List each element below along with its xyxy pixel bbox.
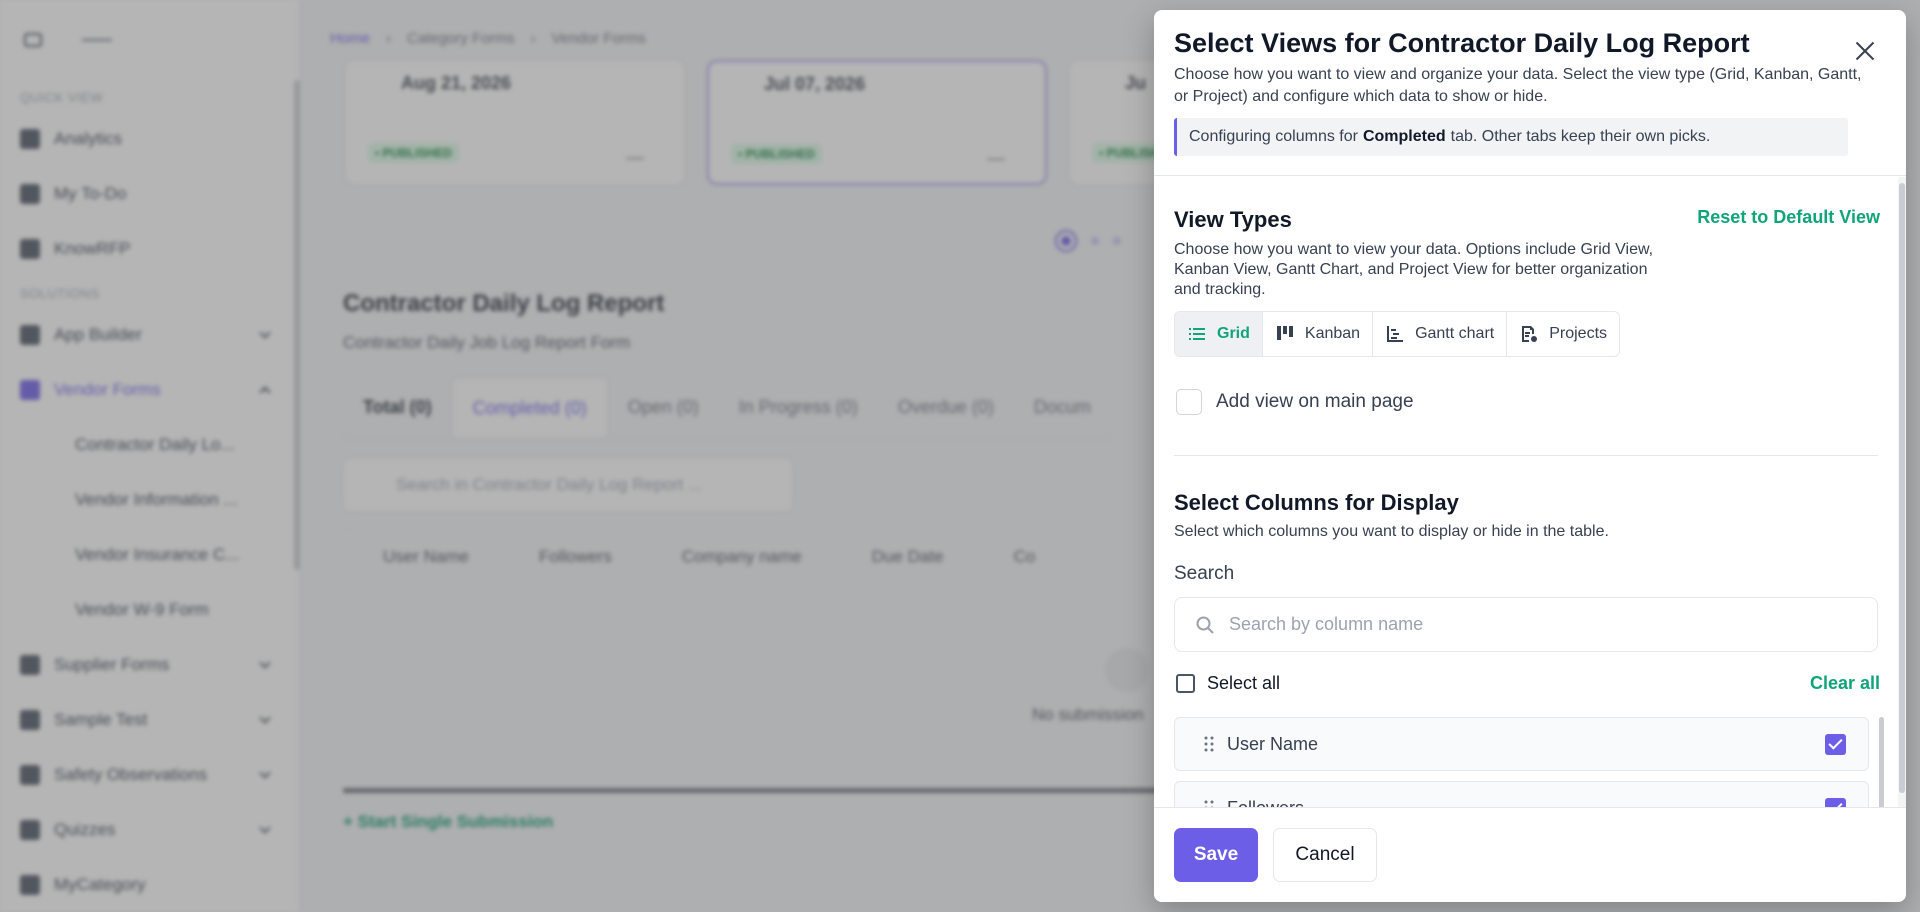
view-type-label: Gantt chart <box>1415 325 1495 342</box>
column-item-label: User Name <box>1227 733 1319 754</box>
modal-scrollbar[interactable] <box>1898 177 1906 807</box>
add-view-label: Add view on main page <box>1216 391 1414 412</box>
search-icon <box>1196 616 1214 634</box>
list-icon <box>1189 328 1205 340</box>
clear-all-button[interactable]: Clear all <box>1810 673 1880 694</box>
view-type-label: Projects <box>1549 325 1608 342</box>
info-banner: Configuring columns for Completed tab. O… <box>1174 118 1848 156</box>
modal-description: Choose how you want to view and organize… <box>1174 66 1862 105</box>
modal-title: Select Views for Contractor Daily Log Re… <box>1174 28 1750 58</box>
info-banner-prefix: Configuring columns for <box>1189 128 1358 145</box>
modal-footer: Save Cancel <box>1154 807 1906 902</box>
column-item-label: Followers <box>1227 798 1304 808</box>
add-view-checkbox[interactable] <box>1176 389 1202 415</box>
info-banner-tab: Completed <box>1362 128 1446 145</box>
column-search-input[interactable] <box>1229 614 1849 635</box>
add-view-main-page[interactable]: Add view on main page <box>1176 389 1414 415</box>
cancel-button[interactable]: Cancel <box>1273 828 1377 882</box>
select-all-label: Select all <box>1207 673 1281 693</box>
column-checkbox-checked[interactable] <box>1825 798 1846 807</box>
reset-default-view-button[interactable]: Reset to Default View <box>1697 207 1880 228</box>
view-type-kanban[interactable]: Kanban <box>1262 312 1374 356</box>
column-search-box <box>1174 597 1878 652</box>
modal-scrollbar-thumb[interactable] <box>1899 183 1905 793</box>
view-type-grid[interactable]: Grid <box>1175 312 1263 356</box>
modal-header: Select Views for Contractor Daily Log Re… <box>1154 10 1906 176</box>
search-label: Search <box>1174 563 1235 584</box>
view-type-label: Kanban <box>1304 325 1361 342</box>
info-banner-suffix: tab. Other tabs keep their own picks. <box>1450 128 1711 145</box>
select-columns-description: Select which columns you want to display… <box>1174 523 1609 540</box>
column-list-scrollbar[interactable] <box>1879 717 1884 807</box>
section-divider <box>1174 455 1878 456</box>
view-type-projects[interactable]: Projects <box>1507 312 1620 356</box>
gantt-icon <box>1387 326 1404 342</box>
column-list: User Name Followers <box>1174 717 1884 807</box>
view-types-title: View Types <box>1174 207 1292 232</box>
projects-icon <box>1522 326 1538 342</box>
save-button[interactable]: Save <box>1174 828 1258 882</box>
kanban-icon <box>1276 326 1293 340</box>
view-type-label: Grid <box>1217 325 1250 342</box>
view-type-gantt[interactable]: Gantt chart <box>1373 312 1508 356</box>
drag-handle-icon[interactable] <box>1199 798 1219 807</box>
list-item[interactable]: Followers <box>1174 781 1869 807</box>
select-columns-title: Select Columns for Display <box>1174 490 1459 515</box>
column-checkbox-checked[interactable] <box>1825 734 1846 755</box>
view-type-selector: Grid Kanban Gantt chart Projects <box>1174 311 1621 357</box>
select-all[interactable]: Select all <box>1176 673 1280 694</box>
select-all-checkbox[interactable] <box>1176 674 1195 693</box>
select-views-modal: Select Views for Contractor Daily Log Re… <box>1154 10 1906 902</box>
drag-handle-icon[interactable] <box>1199 734 1219 754</box>
modal-body: View Types Reset to Default View Choose … <box>1154 177 1906 807</box>
close-icon[interactable] <box>1854 40 1876 62</box>
list-item[interactable]: User Name <box>1174 717 1869 771</box>
view-types-description: Choose how you want to view your data. O… <box>1174 241 1654 298</box>
